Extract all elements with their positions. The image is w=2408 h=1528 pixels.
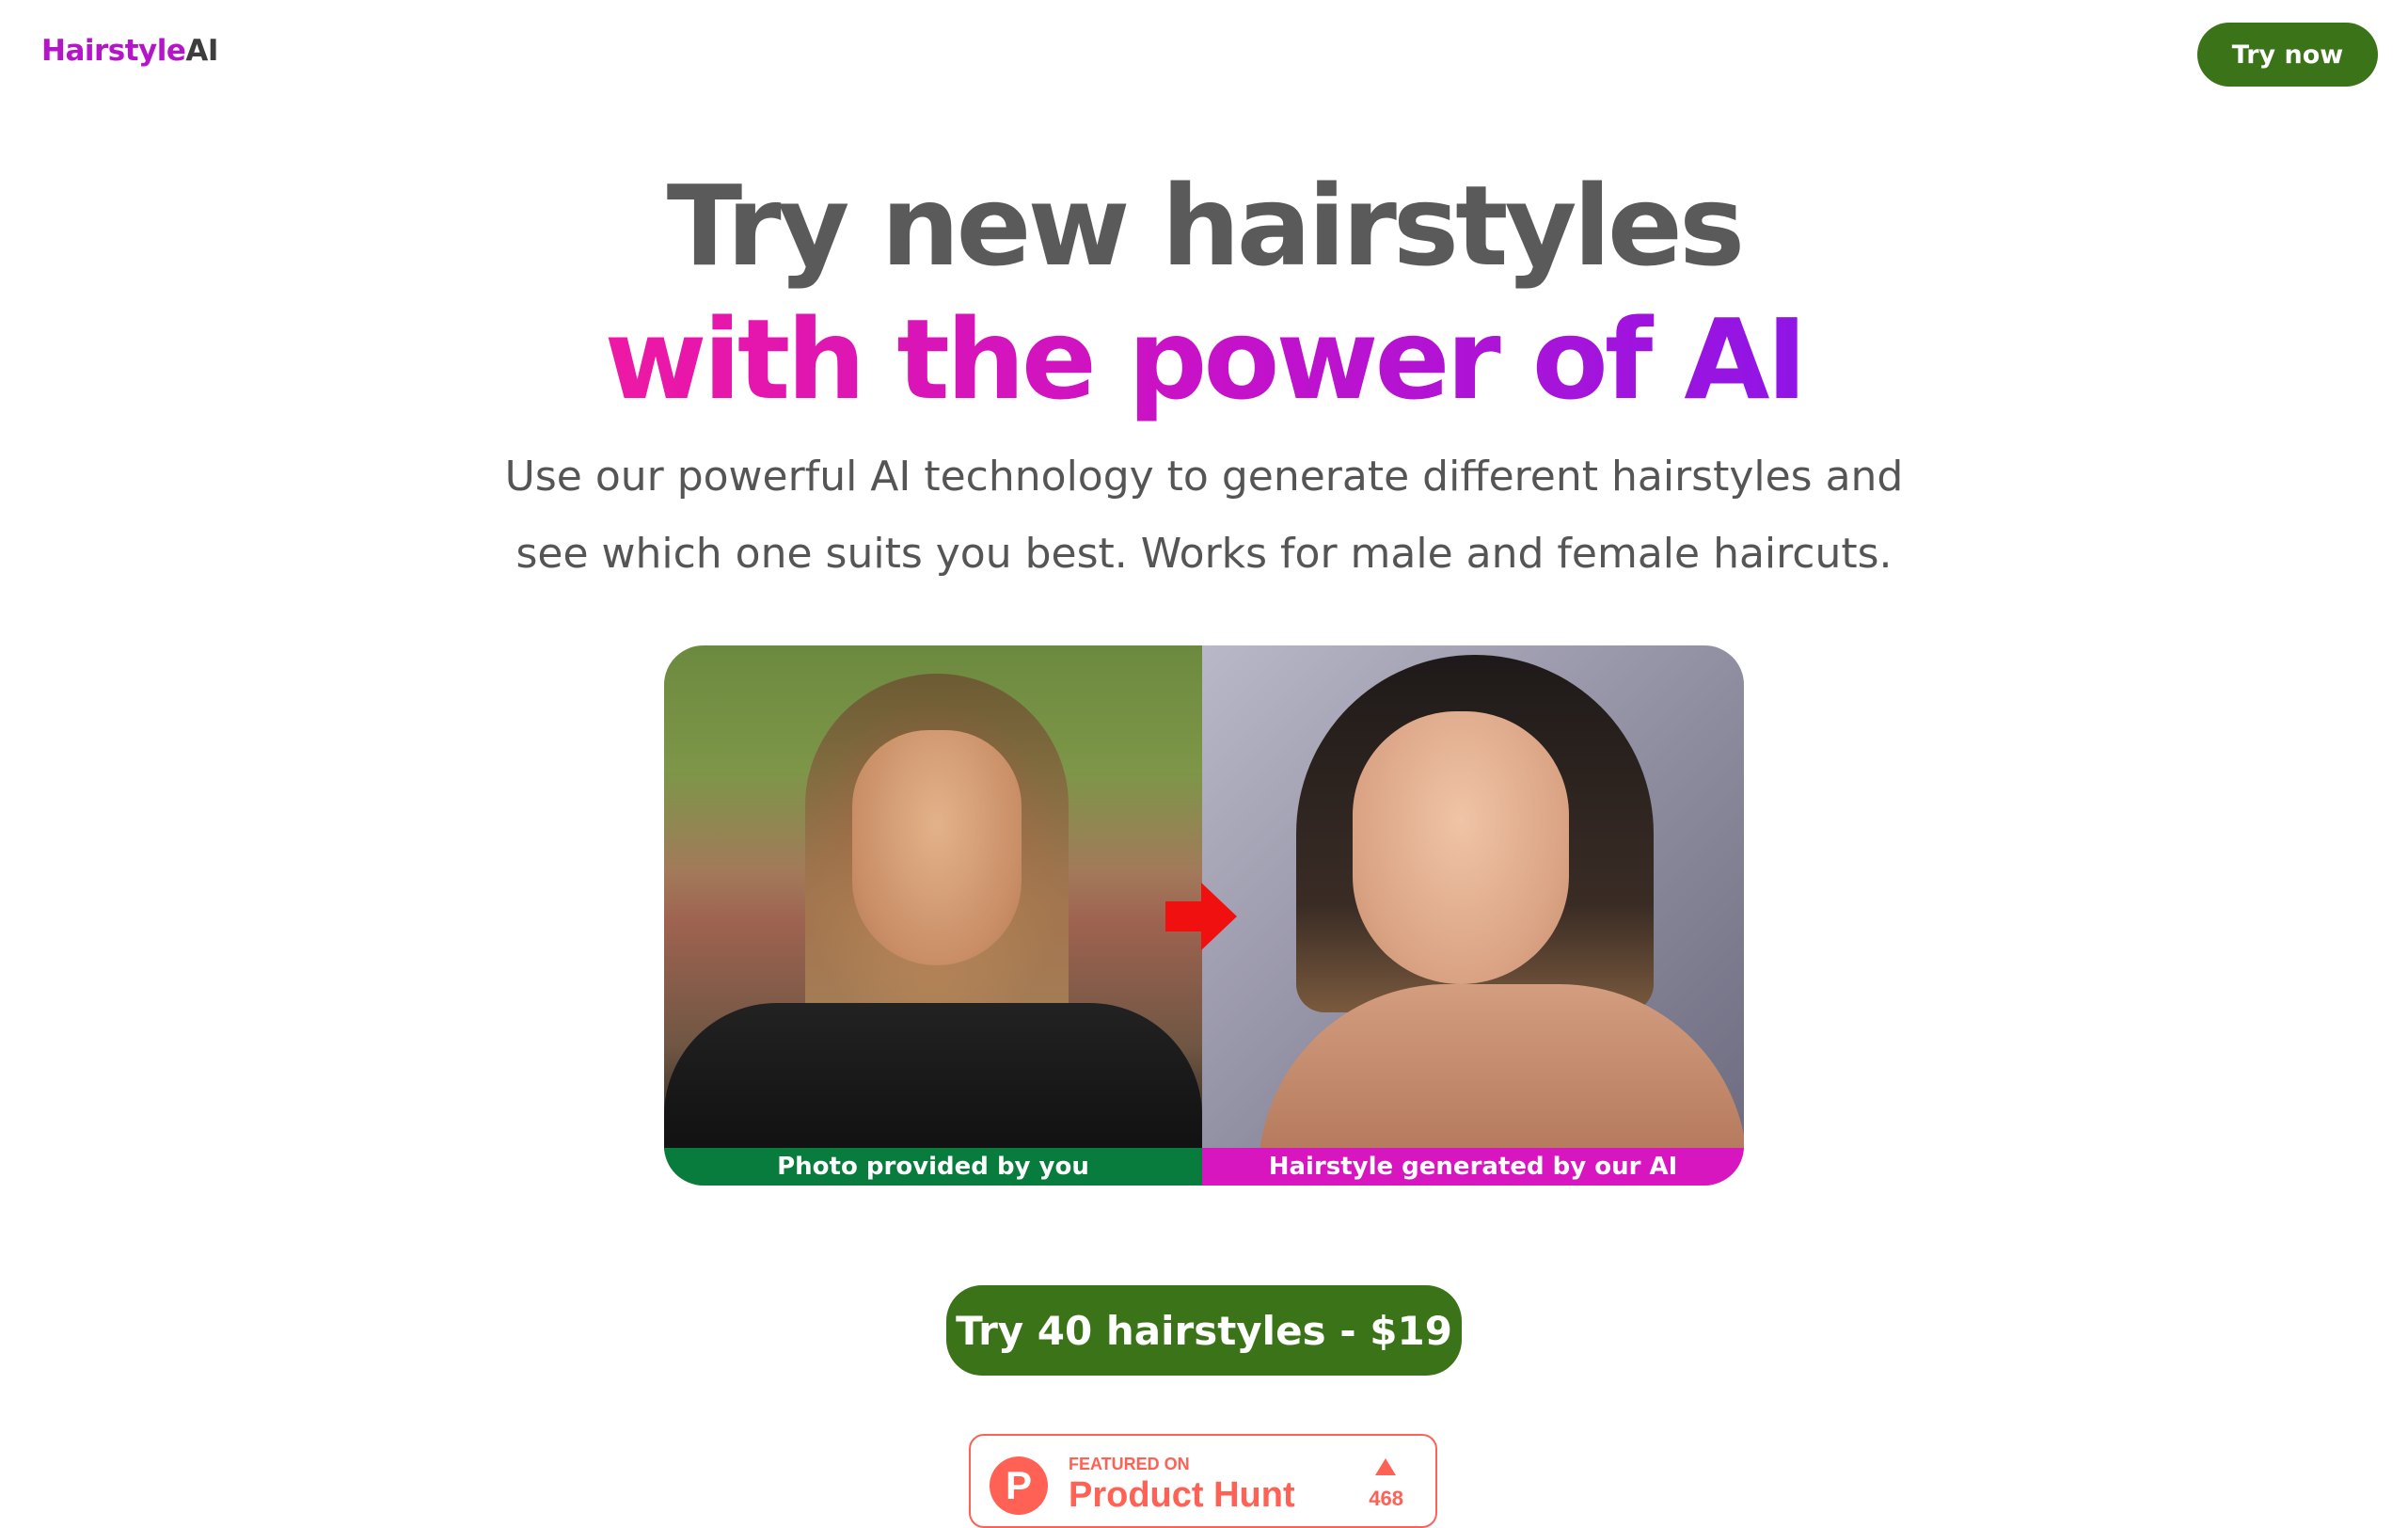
hero-title-gradient-text: with the power of AI (604, 294, 1807, 424)
upvote-triangle-icon (1375, 1458, 1396, 1475)
navbar: HairstyleAI Try now (0, 0, 2408, 109)
before-after-comparison: Photo provided by you Hairstyle generate… (664, 645, 1744, 1186)
hero-title-line2: with the power of AI (0, 294, 2408, 425)
logo-text-hairstyle: Hairstyle (41, 34, 186, 68)
original-photo (664, 645, 1202, 1154)
logo-text-ai: AI (185, 34, 218, 68)
try-now-button[interactable]: Try now (2197, 23, 2378, 87)
original-face-shape (852, 730, 1022, 965)
generated-photo-caption: Hairstyle generated by our AI (1202, 1148, 1744, 1186)
generated-shoulder-shape (1259, 984, 1744, 1172)
hero-subtitle: Use our powerful AI technology to genera… (504, 453, 1904, 578)
product-hunt-badge[interactable]: P FEATURED ON Product Hunt 468 (969, 1434, 1437, 1528)
logo[interactable]: HairstyleAI (41, 34, 218, 68)
product-hunt-upvote-count: 468 (1369, 1487, 1403, 1510)
right-arrow-icon (1165, 883, 1237, 950)
product-hunt-featured-label: FEATURED ON (1069, 1455, 1190, 1473)
original-photo-caption: Photo provided by you (664, 1148, 1202, 1186)
product-hunt-logo-icon: P (990, 1456, 1048, 1515)
try-hairstyles-button[interactable]: Try 40 hairstyles - $19 (946, 1285, 1462, 1376)
product-hunt-name: Product Hunt (1069, 1475, 1295, 1515)
original-jacket-shape (664, 1003, 1202, 1154)
generated-face-shape (1353, 711, 1569, 984)
hero-title-line1: Try new hairstyles (666, 161, 1745, 291)
generated-photo (1202, 645, 1744, 1172)
